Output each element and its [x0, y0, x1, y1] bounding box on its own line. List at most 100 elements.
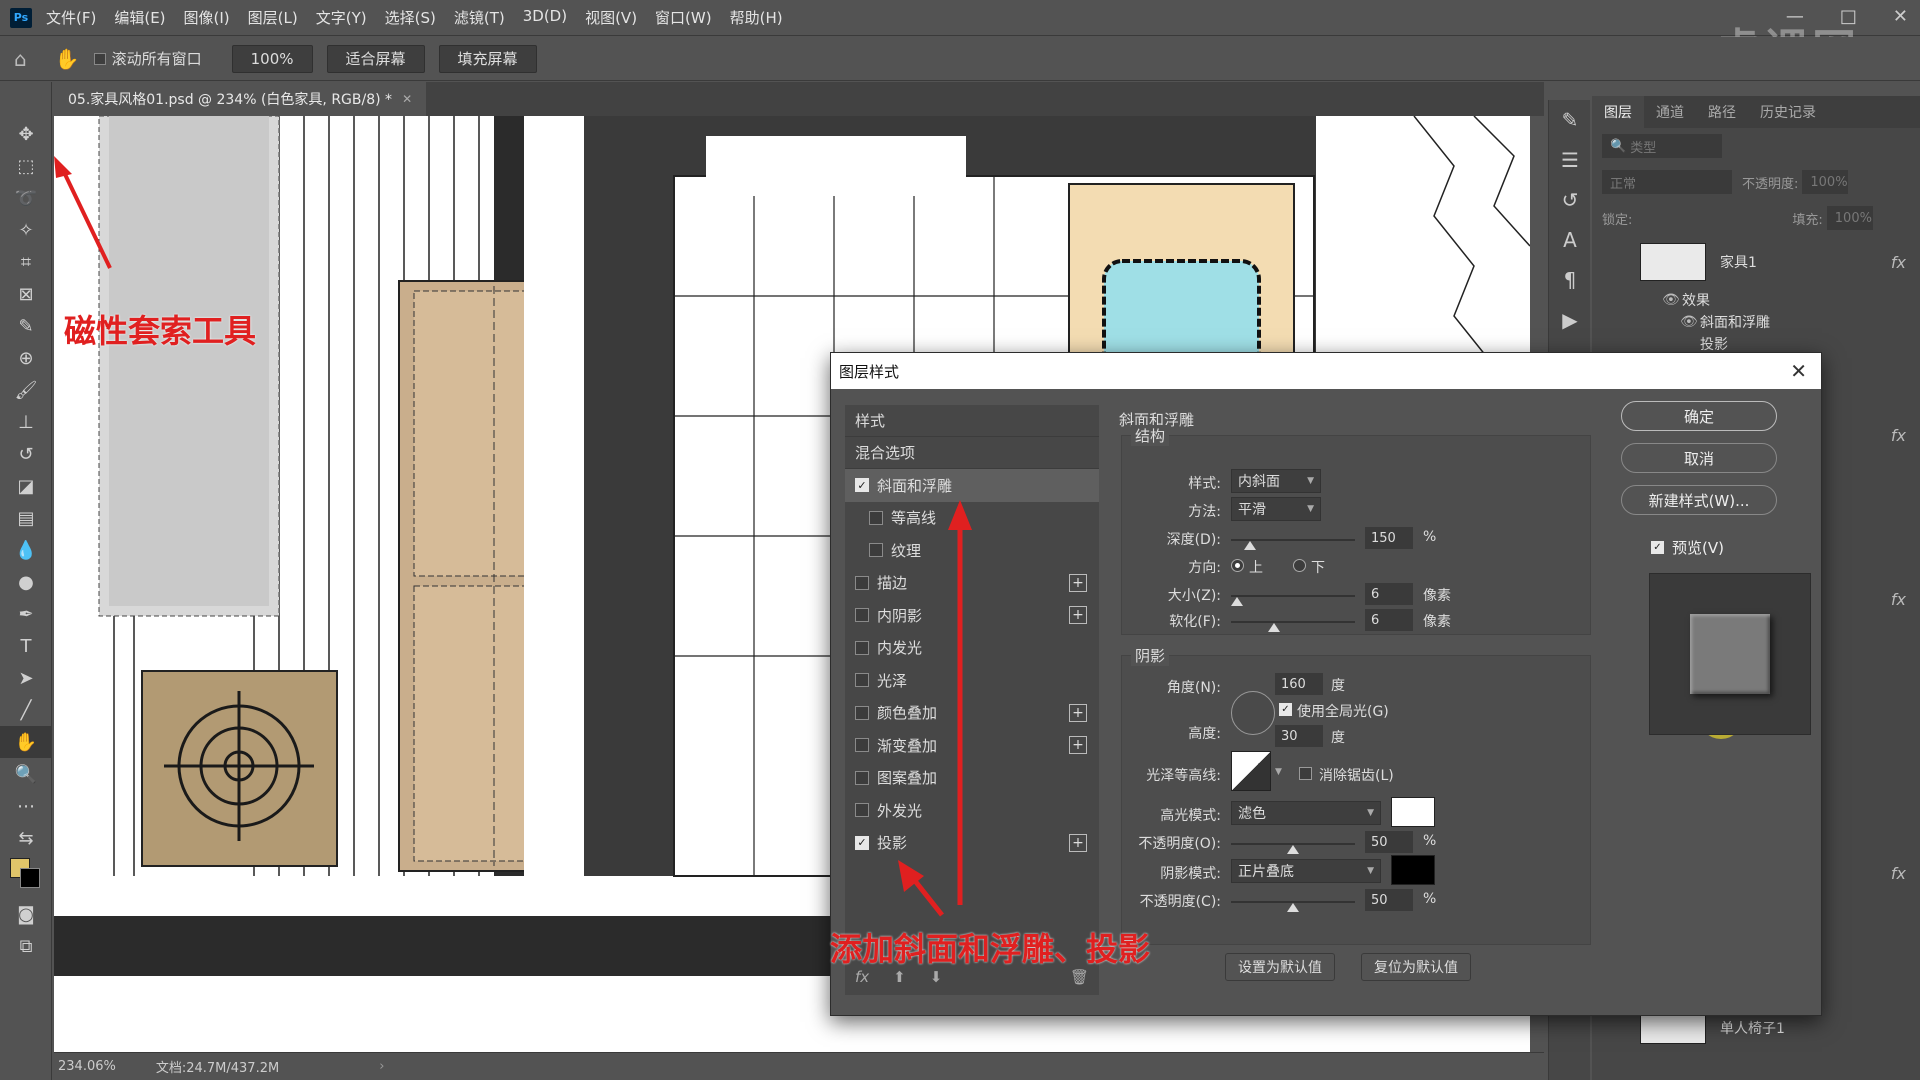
style-checkbox-3[interactable]	[855, 575, 869, 590]
blur-tool-icon[interactable]: 💧	[0, 534, 52, 566]
technique-select[interactable]: 平滑 ▼	[1231, 497, 1321, 521]
move-up-icon[interactable]: ⬆	[893, 968, 906, 986]
pen-tool-icon[interactable]: ✒	[0, 598, 52, 630]
soften-slider[interactable]	[1231, 621, 1355, 632]
layers-tab-0[interactable]: 图层	[1592, 96, 1644, 128]
soften-slider-thumb[interactable]	[1268, 623, 1281, 632]
layer-fx-icon-4[interactable]: fx	[1891, 864, 1906, 883]
menu-item-2[interactable]: 图像(I)	[184, 7, 230, 28]
zoom-tool-icon[interactable]: 🔍	[0, 758, 52, 790]
add-style-instance-icon[interactable]: +	[1069, 606, 1087, 625]
add-style-instance-icon[interactable]: +	[1069, 573, 1087, 592]
menu-item-3[interactable]: 图层(L)	[248, 7, 298, 28]
add-style-instance-icon[interactable]: +	[1069, 833, 1087, 852]
style-checkbox-4[interactable]	[855, 608, 869, 623]
make-default-button[interactable]: 设置为默认值	[1225, 953, 1335, 981]
preview-toggle[interactable]: ✓ 预览(V)	[1651, 537, 1724, 558]
dialog-close-icon[interactable]: ✕	[1790, 359, 1807, 383]
menu-item-4[interactable]: 文字(Y)	[316, 7, 367, 28]
depth-input[interactable]: 150	[1365, 527, 1413, 549]
menu-item-5[interactable]: 选择(S)	[385, 7, 436, 28]
shadow-opacity-input[interactable]: 50	[1365, 889, 1413, 911]
fit-screen-button[interactable]: 适合屏幕	[326, 44, 425, 73]
hand-tool-icon[interactable]: ✋	[55, 47, 80, 71]
blend-options-item[interactable]: 混合选项	[845, 437, 1099, 469]
layers-tab-2[interactable]: 路径	[1696, 102, 1748, 122]
highlight-opacity-thumb[interactable]	[1287, 845, 1299, 854]
brush-tool-icon[interactable]: 🖌	[0, 374, 52, 406]
style-checkbox-6[interactable]	[855, 673, 869, 688]
blend-mode-select[interactable]: 正常	[1602, 170, 1732, 194]
menu-item-6[interactable]: 滤镜(T)	[454, 7, 505, 28]
fill-input[interactable]: 100%	[1826, 206, 1873, 230]
style-checkbox-9[interactable]	[855, 770, 869, 785]
document-tab[interactable]: 05.家具风格01.psd @ 234% (白色家具, RGB/8) * ✕	[54, 82, 427, 116]
reset-default-button[interactable]: 复位为默认值	[1361, 953, 1471, 981]
layers-tab-1[interactable]: 通道	[1644, 102, 1696, 122]
maximize-icon[interactable]: □	[1840, 6, 1857, 27]
angle-dial[interactable]	[1231, 691, 1275, 735]
menu-item-9[interactable]: 窗口(W)	[655, 7, 712, 28]
menu-item-8[interactable]: 视图(V)	[585, 7, 637, 28]
style-checkbox-10[interactable]	[855, 803, 869, 818]
ok-button[interactable]: 确定	[1621, 401, 1777, 431]
home-icon[interactable]: ⌂	[14, 47, 27, 71]
add-style-instance-icon[interactable]: +	[1069, 703, 1087, 722]
style-item-0[interactable]: ✓ 斜面和浮雕	[845, 469, 1099, 502]
zoom-100-button[interactable]: 100%	[231, 44, 313, 73]
eyedropper-icon[interactable]: ✎	[0, 310, 52, 342]
close-tab-icon[interactable]: ✕	[402, 92, 412, 106]
highlight-opacity-input[interactable]: 50	[1365, 831, 1413, 853]
move-down-icon[interactable]: ⬇	[930, 968, 943, 986]
style-checkbox-8[interactable]	[855, 738, 869, 753]
trash-icon[interactable]: 🗑	[1070, 968, 1089, 986]
brush-settings-icon[interactable]: ✎	[1549, 100, 1591, 140]
fx-menu-icon[interactable]: fx	[855, 968, 869, 986]
layer-fx-icon-2[interactable]: fx	[1891, 426, 1906, 445]
soften-input[interactable]: 6	[1365, 609, 1413, 631]
chevron-down-icon[interactable]: ▼	[1275, 767, 1282, 777]
hand-tool-side-icon[interactable]: ✋	[0, 726, 52, 758]
style-checkbox-0[interactable]: ✓	[855, 478, 869, 493]
gloss-contour-picker[interactable]	[1231, 751, 1271, 791]
shadow-color-swatch[interactable]	[1391, 855, 1435, 885]
layer-search-input[interactable]: 🔍 类型	[1602, 134, 1722, 158]
close-window-icon[interactable]: ✕	[1893, 6, 1908, 27]
new-style-button[interactable]: 新建样式(W)...	[1621, 485, 1777, 515]
style-checkbox-7[interactable]	[855, 705, 869, 720]
path-select-icon[interactable]: ➤	[0, 662, 52, 694]
quick-mask-icon[interactable]: ◙	[0, 898, 52, 930]
menu-item-0[interactable]: 文件(F)	[46, 7, 96, 28]
direction-down-radio[interactable]	[1293, 559, 1306, 572]
layer-fx-icon[interactable]: fx	[1891, 253, 1906, 272]
bevel-style-select[interactable]: 内斜面 ▼	[1231, 469, 1321, 493]
effects-eye-icon[interactable]: 👁	[1662, 292, 1680, 308]
preview-checkbox[interactable]: ✓	[1651, 541, 1664, 554]
antialias-checkbox[interactable]	[1299, 767, 1312, 780]
bevel-eye-icon[interactable]: 👁	[1680, 314, 1698, 330]
status-chevron-icon[interactable]: ›	[379, 1059, 384, 1074]
cancel-button[interactable]: 取消	[1621, 443, 1777, 473]
size-slider-thumb[interactable]	[1231, 597, 1244, 606]
highlight-opacity-slider[interactable]	[1231, 843, 1355, 854]
paragraph-icon[interactable]: ¶	[1549, 260, 1591, 300]
global-light-checkbox[interactable]: ✓	[1279, 703, 1292, 716]
adjustments-icon[interactable]: ☰	[1549, 140, 1591, 180]
background-color[interactable]	[20, 868, 40, 888]
shadow-opacity-slider[interactable]	[1231, 901, 1355, 912]
style-checkbox-11[interactable]: ✓	[855, 835, 869, 850]
frame-tool-icon[interactable]: ⊠	[0, 278, 52, 310]
play-icon[interactable]: ▶	[1549, 300, 1591, 340]
more-tools-icon[interactable]: ⋯	[0, 790, 52, 822]
history-brush-icon[interactable]: ↺	[0, 438, 52, 470]
dodge-tool-icon[interactable]: ●	[0, 566, 52, 598]
size-input[interactable]: 6	[1365, 583, 1413, 605]
layer-row-furniture[interactable]: 家具1 fx	[1592, 240, 1920, 284]
magnetic-lasso-tool-icon[interactable]: ➰	[0, 182, 52, 214]
move-tool-icon[interactable]: ✥	[0, 118, 52, 150]
shadow-mode-select[interactable]: 正片叠底 ▼	[1231, 859, 1381, 883]
highlight-color-swatch[interactable]	[1391, 797, 1435, 827]
opacity-input[interactable]: 100%	[1802, 170, 1849, 194]
shadow-opacity-thumb[interactable]	[1287, 903, 1299, 912]
style-list-header[interactable]: 样式	[845, 405, 1099, 437]
